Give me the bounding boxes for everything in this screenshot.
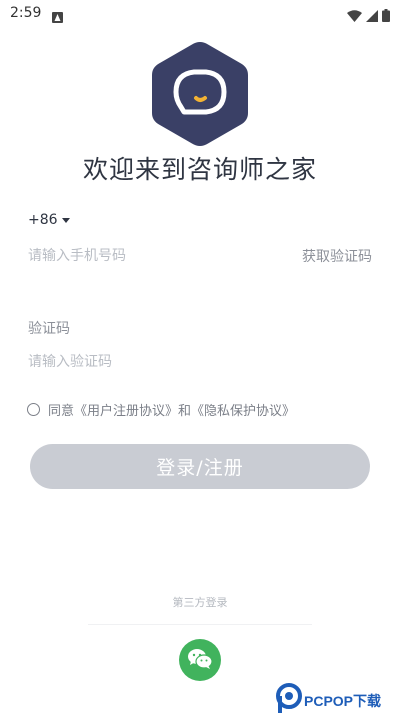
country-code-label: +86 <box>28 212 58 228</box>
code-input[interactable] <box>28 350 328 374</box>
third-party-divider <box>88 624 312 625</box>
status-icons <box>347 7 390 26</box>
battery-icon <box>382 7 390 26</box>
notification-icon <box>52 8 63 27</box>
app-logo <box>148 40 252 148</box>
wechat-login-button[interactable] <box>179 639 221 681</box>
third-party-login-label: 第三方登录 <box>172 596 228 609</box>
privacy-policy-link[interactable]: 《隐私保护协议》 <box>191 400 295 419</box>
login-register-button[interactable]: 登录/注册 <box>30 444 370 489</box>
agree-text: 同意 <box>48 404 75 419</box>
caret-down-icon <box>61 218 70 223</box>
status-time: 2:59 <box>10 5 42 21</box>
welcome-title: 欢迎来到咨询师之家 <box>82 155 317 184</box>
wifi-icon <box>347 7 362 26</box>
country-code-selector[interactable]: +86 <box>28 212 70 228</box>
user-agreement-link[interactable]: 《用户注册协议》 <box>74 400 178 419</box>
and-text: 和 <box>178 404 192 419</box>
get-code-button[interactable]: 获取验证码 <box>302 246 372 266</box>
pcpop-logo-icon <box>276 683 302 719</box>
watermark-text: PCPOP下载 <box>304 693 382 709</box>
code-label: 验证码 <box>28 321 70 337</box>
cellular-signal-icon <box>366 7 378 26</box>
agreement-row: 同意 《用户注册协议》 和 《隐私保护协议》 <box>27 400 295 419</box>
status-bar: 2:59 <box>0 0 400 28</box>
agree-checkbox[interactable] <box>27 403 40 416</box>
phone-input[interactable] <box>28 244 278 268</box>
pcpop-watermark: PCPOP下载 <box>276 683 400 719</box>
wechat-icon <box>187 648 213 673</box>
